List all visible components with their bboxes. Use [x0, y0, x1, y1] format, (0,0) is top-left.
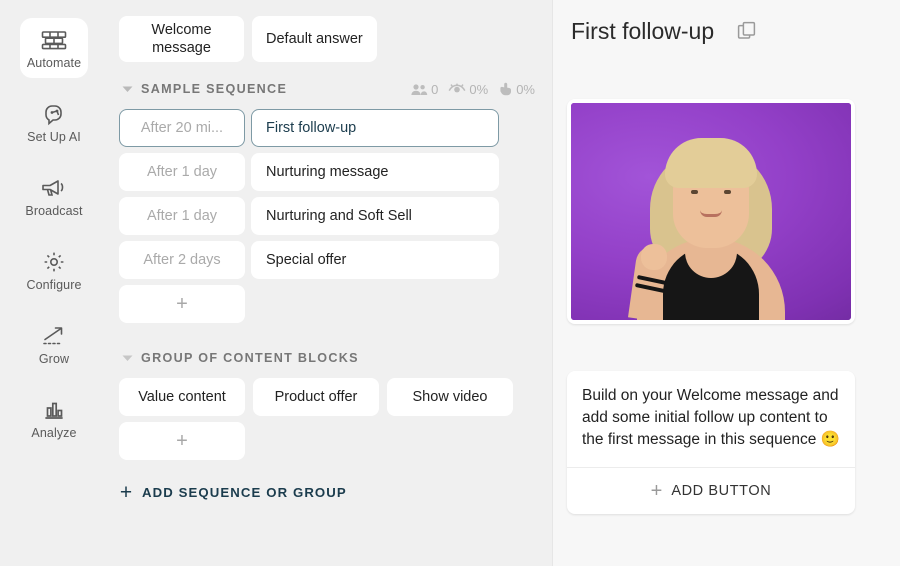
app-root: Automate Set Up AI Broadcast Configure G… — [0, 0, 900, 566]
sequence-section-header: SAMPLE SEQUENCE 0 0% 0% — [119, 76, 553, 102]
stat-value: 0 — [431, 81, 439, 97]
preview-message-text: Build on your Welcome message and add so… — [582, 387, 840, 449]
people-icon — [411, 83, 428, 96]
ai-brain-icon — [39, 101, 69, 127]
sequence-stats: 0 0% 0% — [411, 82, 535, 97]
stat-subscribers: 0 — [411, 82, 438, 97]
sequence-row-delay[interactable]: After 1 day — [119, 153, 245, 192]
sidebar-item-label: Configure — [26, 277, 82, 292]
bar-chart-icon — [39, 397, 69, 423]
sidebar-item-label: Grow — [38, 351, 70, 366]
sidebar-item-set-up-ai[interactable]: Set Up AI — [20, 92, 88, 152]
stat-open-rate: 0% — [448, 82, 488, 97]
flow-chip-welcome-message[interactable]: Welcome message — [119, 16, 244, 63]
main-sidebar: Automate Set Up AI Broadcast Configure G… — [0, 0, 108, 566]
message-preview-panel: First follow-up Build on your Welcome me… — [553, 0, 900, 566]
add-button-label: ADD BUTTON — [671, 483, 772, 500]
add-sequence-or-group-button[interactable]: + ADD SEQUENCE OR GROUP — [119, 482, 553, 503]
eye-icon — [448, 83, 466, 96]
sidebar-item-label: Automate — [26, 55, 82, 70]
plus-icon: + — [650, 480, 663, 503]
sequence-row[interactable]: After 2 days Special offer — [119, 241, 553, 280]
content-block-product-offer[interactable]: Product offer — [253, 378, 379, 417]
click-hand-icon — [498, 82, 513, 96]
stat-value: 0% — [469, 81, 489, 97]
sequence-row-title[interactable]: Nurturing and Soft Sell — [251, 197, 499, 236]
sequence-rows: After 20 mi... First follow-up After 1 d… — [119, 109, 553, 280]
page-title: First follow-up — [571, 17, 715, 44]
stat-value: 0% — [516, 81, 535, 97]
bricks-icon — [39, 27, 69, 53]
sequence-row-delay[interactable]: After 20 mi... — [119, 109, 245, 148]
chevron-down-icon[interactable] — [119, 85, 135, 93]
growth-arrow-icon — [39, 323, 69, 349]
sequence-row-title[interactable]: Special offer — [251, 241, 499, 280]
chevron-down-icon[interactable] — [119, 354, 135, 362]
top-chip-row: Welcome message Default answer — [119, 16, 553, 63]
sidebar-item-configure[interactable]: Configure — [20, 240, 88, 300]
preview-image-card[interactable] — [567, 99, 855, 324]
preview-header: First follow-up — [565, 0, 888, 62]
sidebar-item-label: Analyze — [31, 425, 77, 440]
sequence-row-delay[interactable]: After 1 day — [119, 197, 245, 236]
sequence-row-delay[interactable]: After 2 days — [119, 241, 245, 280]
sequence-row[interactable]: After 20 mi... First follow-up — [119, 109, 553, 148]
preview-image — [571, 103, 851, 320]
sequence-row[interactable]: After 1 day Nurturing and Soft Sell — [119, 197, 553, 236]
content-block-value-content[interactable]: Value content — [119, 378, 245, 417]
sequence-row[interactable]: After 1 day Nurturing message — [119, 153, 553, 192]
sidebar-item-label: Set Up AI — [27, 129, 81, 144]
sidebar-item-automate[interactable]: Automate — [20, 18, 88, 78]
add-sequence-or-group-label: ADD SEQUENCE OR GROUP — [142, 485, 347, 501]
image-subject — [571, 103, 851, 320]
plus-icon: + — [176, 430, 188, 453]
group-title: GROUP OF CONTENT BLOCKS — [141, 351, 359, 366]
sidebar-item-analyze[interactable]: Analyze — [20, 388, 88, 448]
sidebar-item-grow[interactable]: Grow — [20, 314, 88, 374]
add-button-action[interactable]: + ADD BUTTON — [567, 468, 855, 514]
sidebar-item-label: Broadcast — [25, 203, 83, 218]
plus-icon: + — [176, 293, 188, 316]
sequence-row-title[interactable]: Nurturing message — [251, 153, 499, 192]
content-block-row: Value content Product offer Show video — [119, 378, 553, 417]
gear-icon — [39, 249, 69, 275]
sequence-row-title[interactable]: First follow-up — [251, 109, 499, 148]
content-block-show-video[interactable]: Show video — [387, 378, 513, 417]
preview-text-card[interactable]: Build on your Welcome message and add so… — [567, 371, 855, 515]
group-section-header: GROUP OF CONTENT BLOCKS — [119, 345, 553, 371]
flow-chip-default-answer[interactable]: Default answer — [252, 16, 377, 63]
sidebar-item-broadcast[interactable]: Broadcast — [20, 166, 88, 226]
flow-builder-panel: Welcome message Default answer SAMPLE SE… — [108, 0, 553, 566]
copy-icon[interactable] — [736, 20, 758, 42]
sequence-title: SAMPLE SEQUENCE — [141, 82, 288, 97]
megaphone-icon — [39, 175, 69, 201]
add-content-block-button[interactable]: + — [119, 422, 245, 461]
stat-click-rate: 0% — [498, 82, 535, 97]
add-sequence-message-button[interactable]: + — [119, 285, 245, 324]
plus-icon: + — [119, 481, 133, 505]
